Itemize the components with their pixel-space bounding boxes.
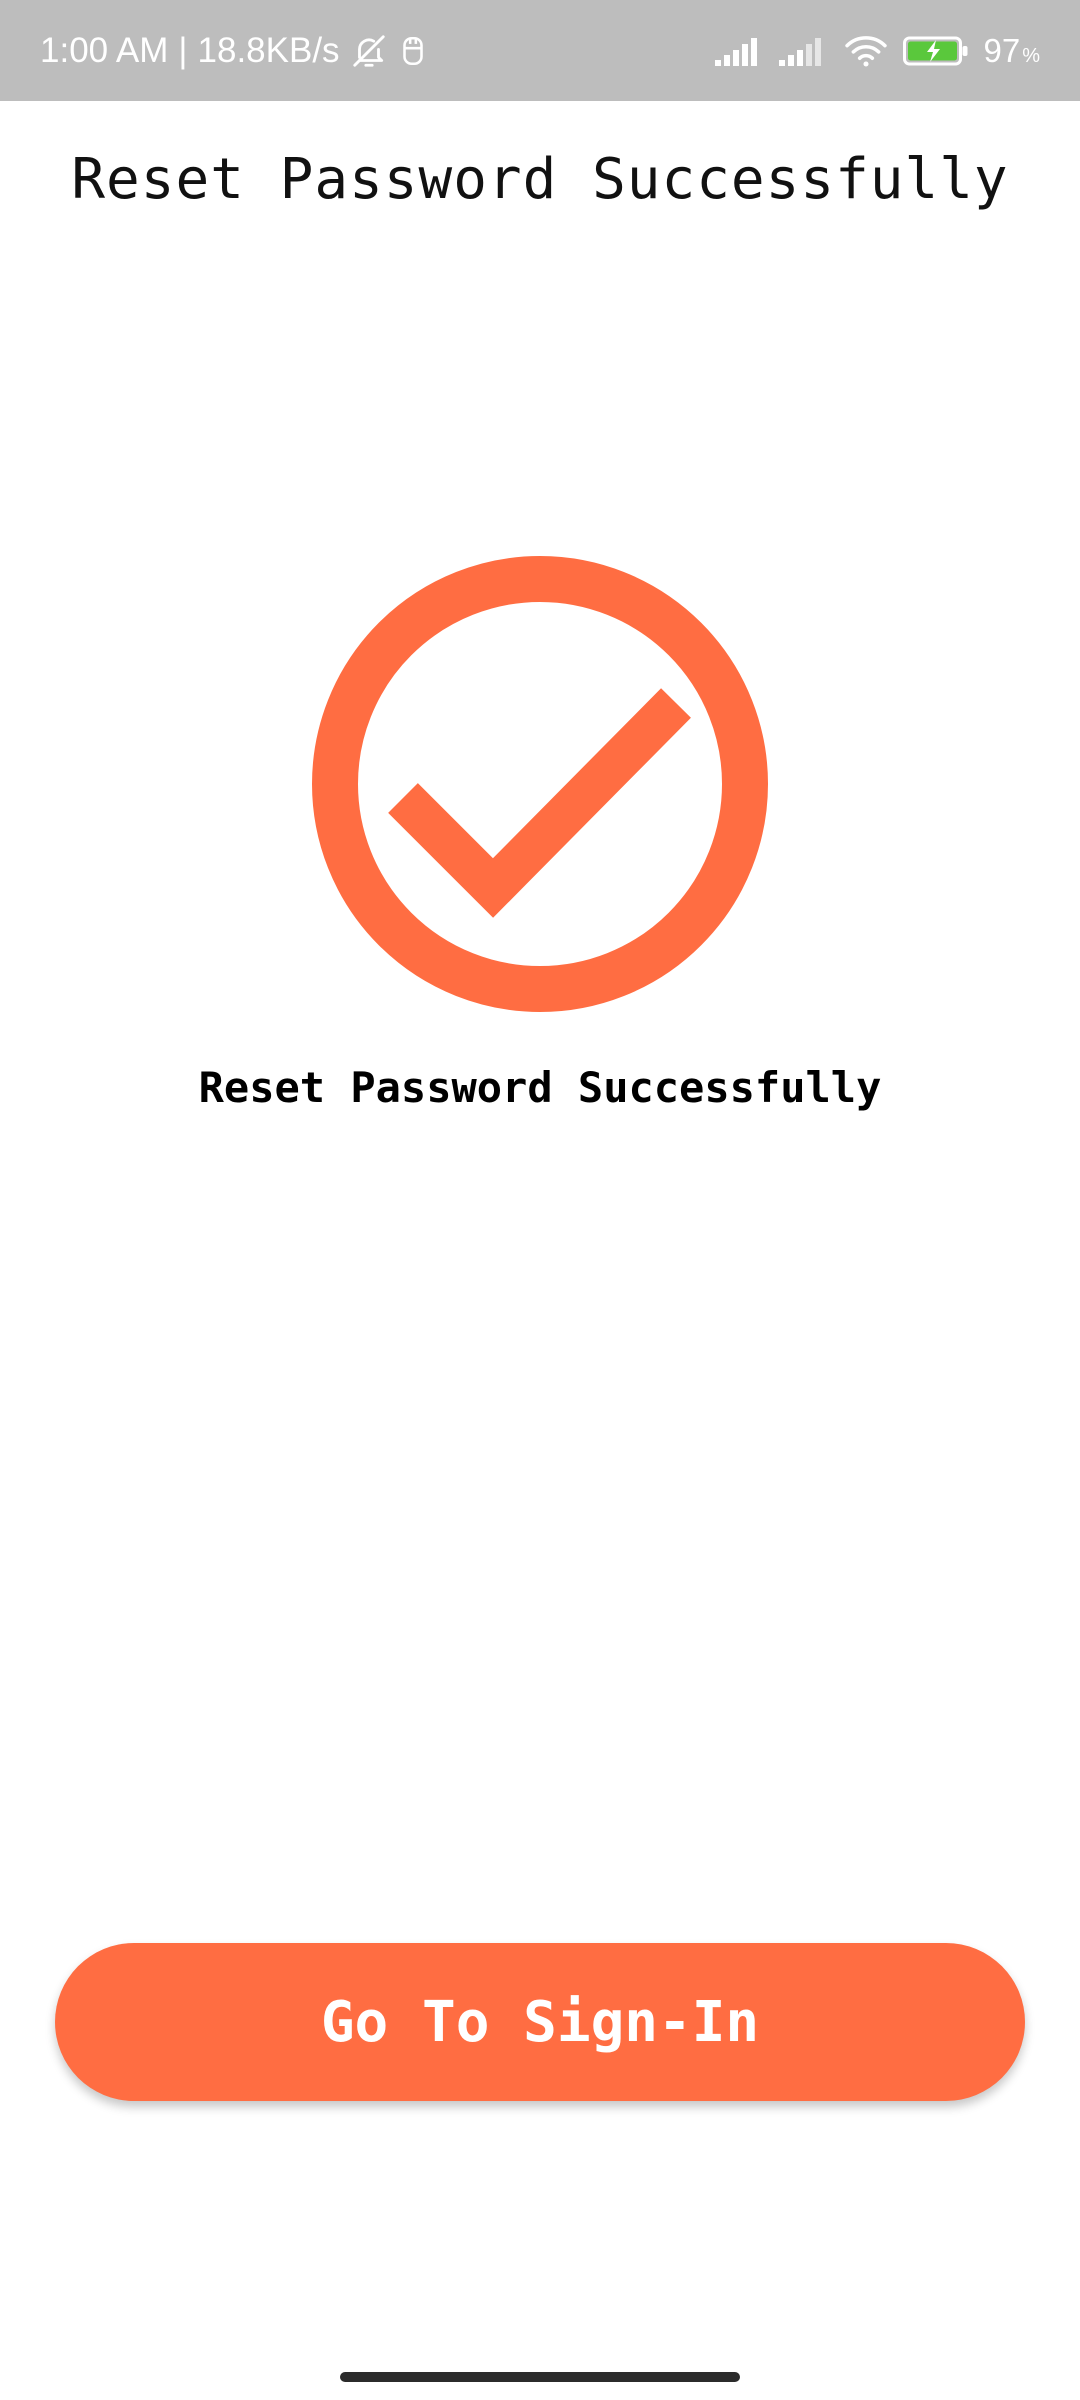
go-to-sign-in-button[interactable]: Go To Sign-In xyxy=(55,1943,1025,2101)
battery-percent-sign: % xyxy=(1022,44,1040,67)
battery-percent-value: 97 xyxy=(983,31,1021,69)
battery-percentage: 97% xyxy=(983,32,1040,70)
home-indicator[interactable] xyxy=(340,2372,740,2382)
status-separator: | xyxy=(178,30,188,70)
network-speed: 18.8KB/s xyxy=(197,30,340,70)
status-time: 1:00 AM xyxy=(40,30,169,70)
check-circle-icon xyxy=(310,554,770,1014)
notification-app-icon xyxy=(398,34,428,68)
go-to-sign-in-label: Go To Sign-In xyxy=(320,1989,760,2055)
status-left: 1:00 AM | 18.8KB/s xyxy=(40,0,428,101)
page-title: Reset Password Successfully xyxy=(71,147,1009,212)
success-message: Reset Password Successfully xyxy=(198,1063,882,1112)
battery-charging-icon xyxy=(903,35,969,67)
signal-icon xyxy=(779,36,829,66)
wifi-icon xyxy=(843,33,889,69)
signal-icon xyxy=(715,36,765,66)
status-bar: 1:00 AM | 18.8KB/s 97 % xyxy=(0,0,1080,101)
bell-off-icon xyxy=(350,32,388,70)
status-right: 97% xyxy=(715,0,1040,101)
